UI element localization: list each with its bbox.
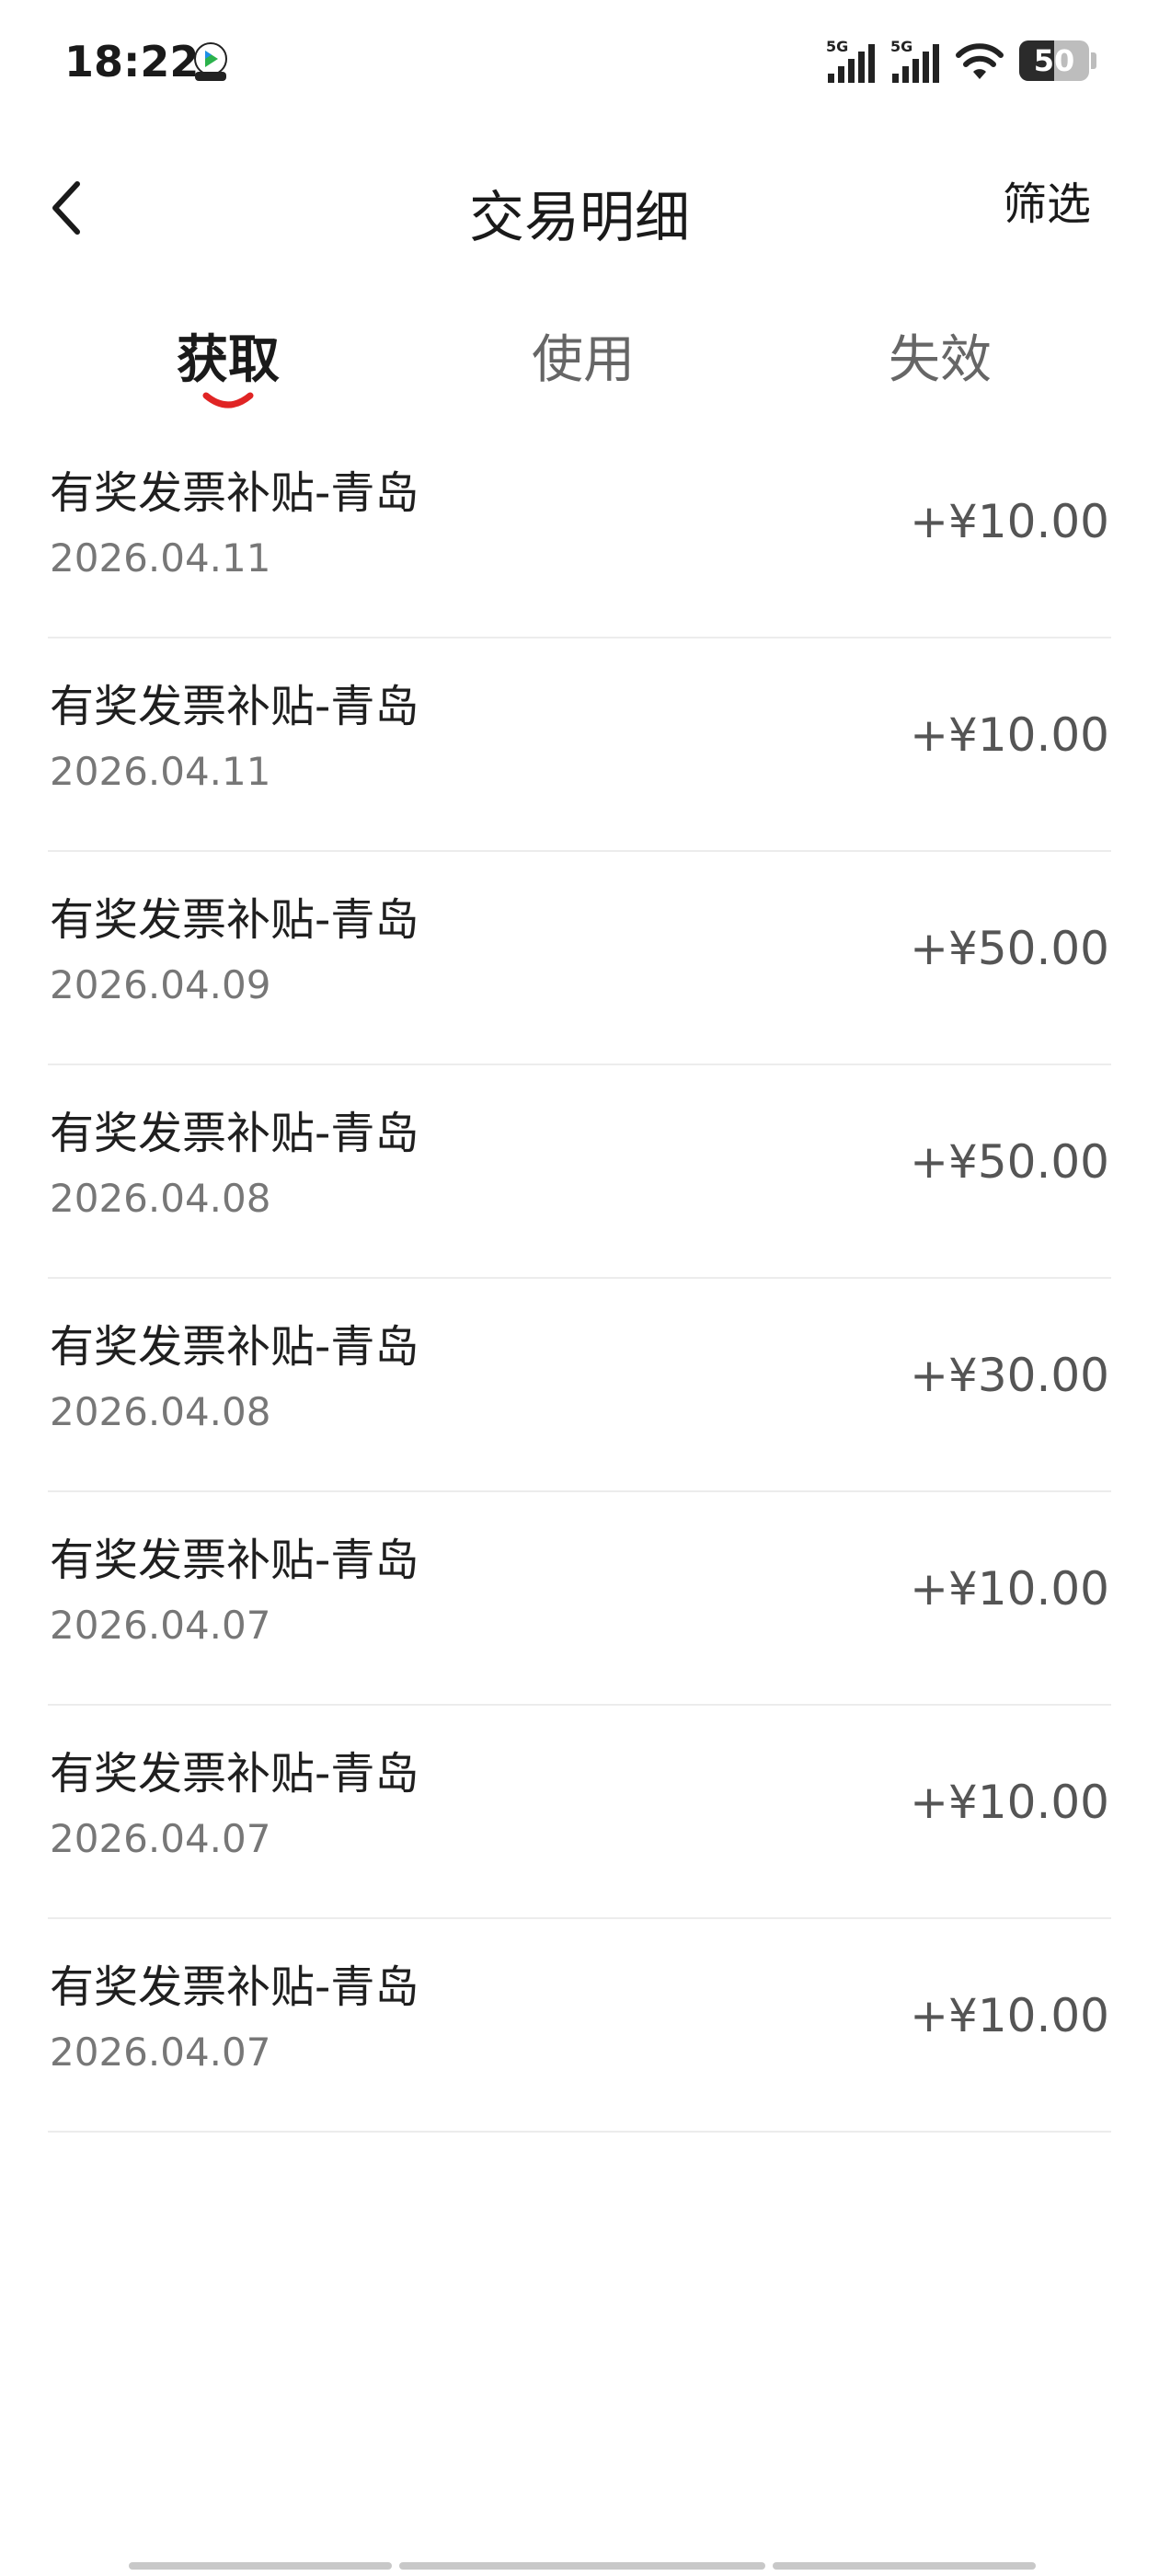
- battery-level: 50: [1033, 43, 1075, 78]
- list-item[interactable]: 有奖发票补贴-青岛 2026.04.08 +¥30.00: [48, 1279, 1111, 1492]
- list-item[interactable]: 有奖发票补贴-青岛 2026.04.07 +¥10.00: [48, 1492, 1111, 1706]
- transaction-amount: +¥10.00: [910, 1562, 1109, 1616]
- transaction-date: 2026.04.07: [50, 1603, 271, 1648]
- transaction-date: 2026.04.09: [50, 962, 271, 1007]
- transaction-title: 有奖发票补贴-青岛: [50, 1748, 419, 1800]
- tab-use[interactable]: 使用: [445, 318, 721, 393]
- transaction-title: 有奖发票补贴-青岛: [50, 1535, 419, 1586]
- signal-label-1: 5G: [826, 38, 848, 55]
- navigation-header: 交易明细 筛选: [0, 147, 1159, 267]
- filter-button[interactable]: 筛选: [1003, 167, 1091, 232]
- cellular-signal-icon: 5G: [890, 38, 939, 83]
- gesture-bar-segment: [399, 2562, 765, 2570]
- battery-cap: [1091, 52, 1096, 69]
- transaction-title: 有奖发票补贴-青岛: [50, 894, 419, 946]
- transaction-title: 有奖发票补贴-青岛: [50, 1961, 419, 2013]
- transaction-date: 2026.04.11: [50, 749, 271, 794]
- transaction-amount: +¥30.00: [910, 1349, 1109, 1402]
- transaction-date: 2026.04.08: [50, 1389, 271, 1434]
- status-time: 18:22: [64, 37, 200, 86]
- transaction-date: 2026.04.07: [50, 2030, 271, 2075]
- battery-icon: 50: [1019, 40, 1089, 81]
- transaction-list: 有奖发票补贴-青岛 2026.04.11 +¥10.00 有奖发票补贴-青岛 2…: [48, 425, 1111, 2133]
- transaction-date: 2026.04.11: [50, 535, 271, 581]
- gesture-bar-segment: [773, 2562, 1036, 2570]
- transaction-date: 2026.04.07: [50, 1816, 271, 1861]
- transaction-title: 有奖发票补贴-青岛: [50, 1321, 419, 1373]
- chevron-left-icon[interactable]: [40, 171, 96, 245]
- transaction-amount: +¥10.00: [910, 1776, 1109, 1829]
- transaction-amount: +¥50.00: [910, 922, 1109, 975]
- gesture-bar-segment: [129, 2562, 392, 2570]
- tab-obtain[interactable]: 获取: [90, 318, 366, 393]
- tab-expired[interactable]: 失效: [802, 318, 1078, 393]
- list-item[interactable]: 有奖发票补贴-青岛 2026.04.11 +¥10.00: [48, 425, 1111, 638]
- tab-bar: 获取 使用 失效: [0, 304, 1159, 423]
- list-item[interactable]: 有奖发票补贴-青岛 2026.04.08 +¥50.00: [48, 1065, 1111, 1279]
- transaction-amount: +¥50.00: [910, 1135, 1109, 1189]
- active-tab-indicator: [202, 392, 254, 408]
- transaction-amount: +¥10.00: [910, 1989, 1109, 2042]
- transaction-title: 有奖发票补贴-青岛: [50, 467, 419, 519]
- transaction-amount: +¥10.00: [910, 708, 1109, 762]
- transaction-title: 有奖发票补贴-青岛: [50, 681, 419, 732]
- transaction-title: 有奖发票补贴-青岛: [50, 1108, 419, 1159]
- signal-label-2: 5G: [890, 38, 912, 55]
- list-item[interactable]: 有奖发票补贴-青岛 2026.04.11 +¥10.00: [48, 638, 1111, 852]
- list-item[interactable]: 有奖发票补贴-青岛 2026.04.07 +¥10.00: [48, 1706, 1111, 1919]
- transaction-date: 2026.04.08: [50, 1176, 271, 1221]
- transaction-amount: +¥10.00: [910, 495, 1109, 548]
- status-bar: 18:22 5G 5G 50: [0, 0, 1159, 125]
- page-title: 交易明细: [469, 186, 690, 250]
- list-item[interactable]: 有奖发票补贴-青岛 2026.04.09 +¥50.00: [48, 852, 1111, 1065]
- list-item[interactable]: 有奖发票补贴-青岛 2026.04.07 +¥10.00: [48, 1919, 1111, 2133]
- wifi-icon: [956, 43, 1004, 79]
- cellular-signal-icon: 5G: [826, 38, 875, 83]
- video-app-icon: [194, 42, 227, 81]
